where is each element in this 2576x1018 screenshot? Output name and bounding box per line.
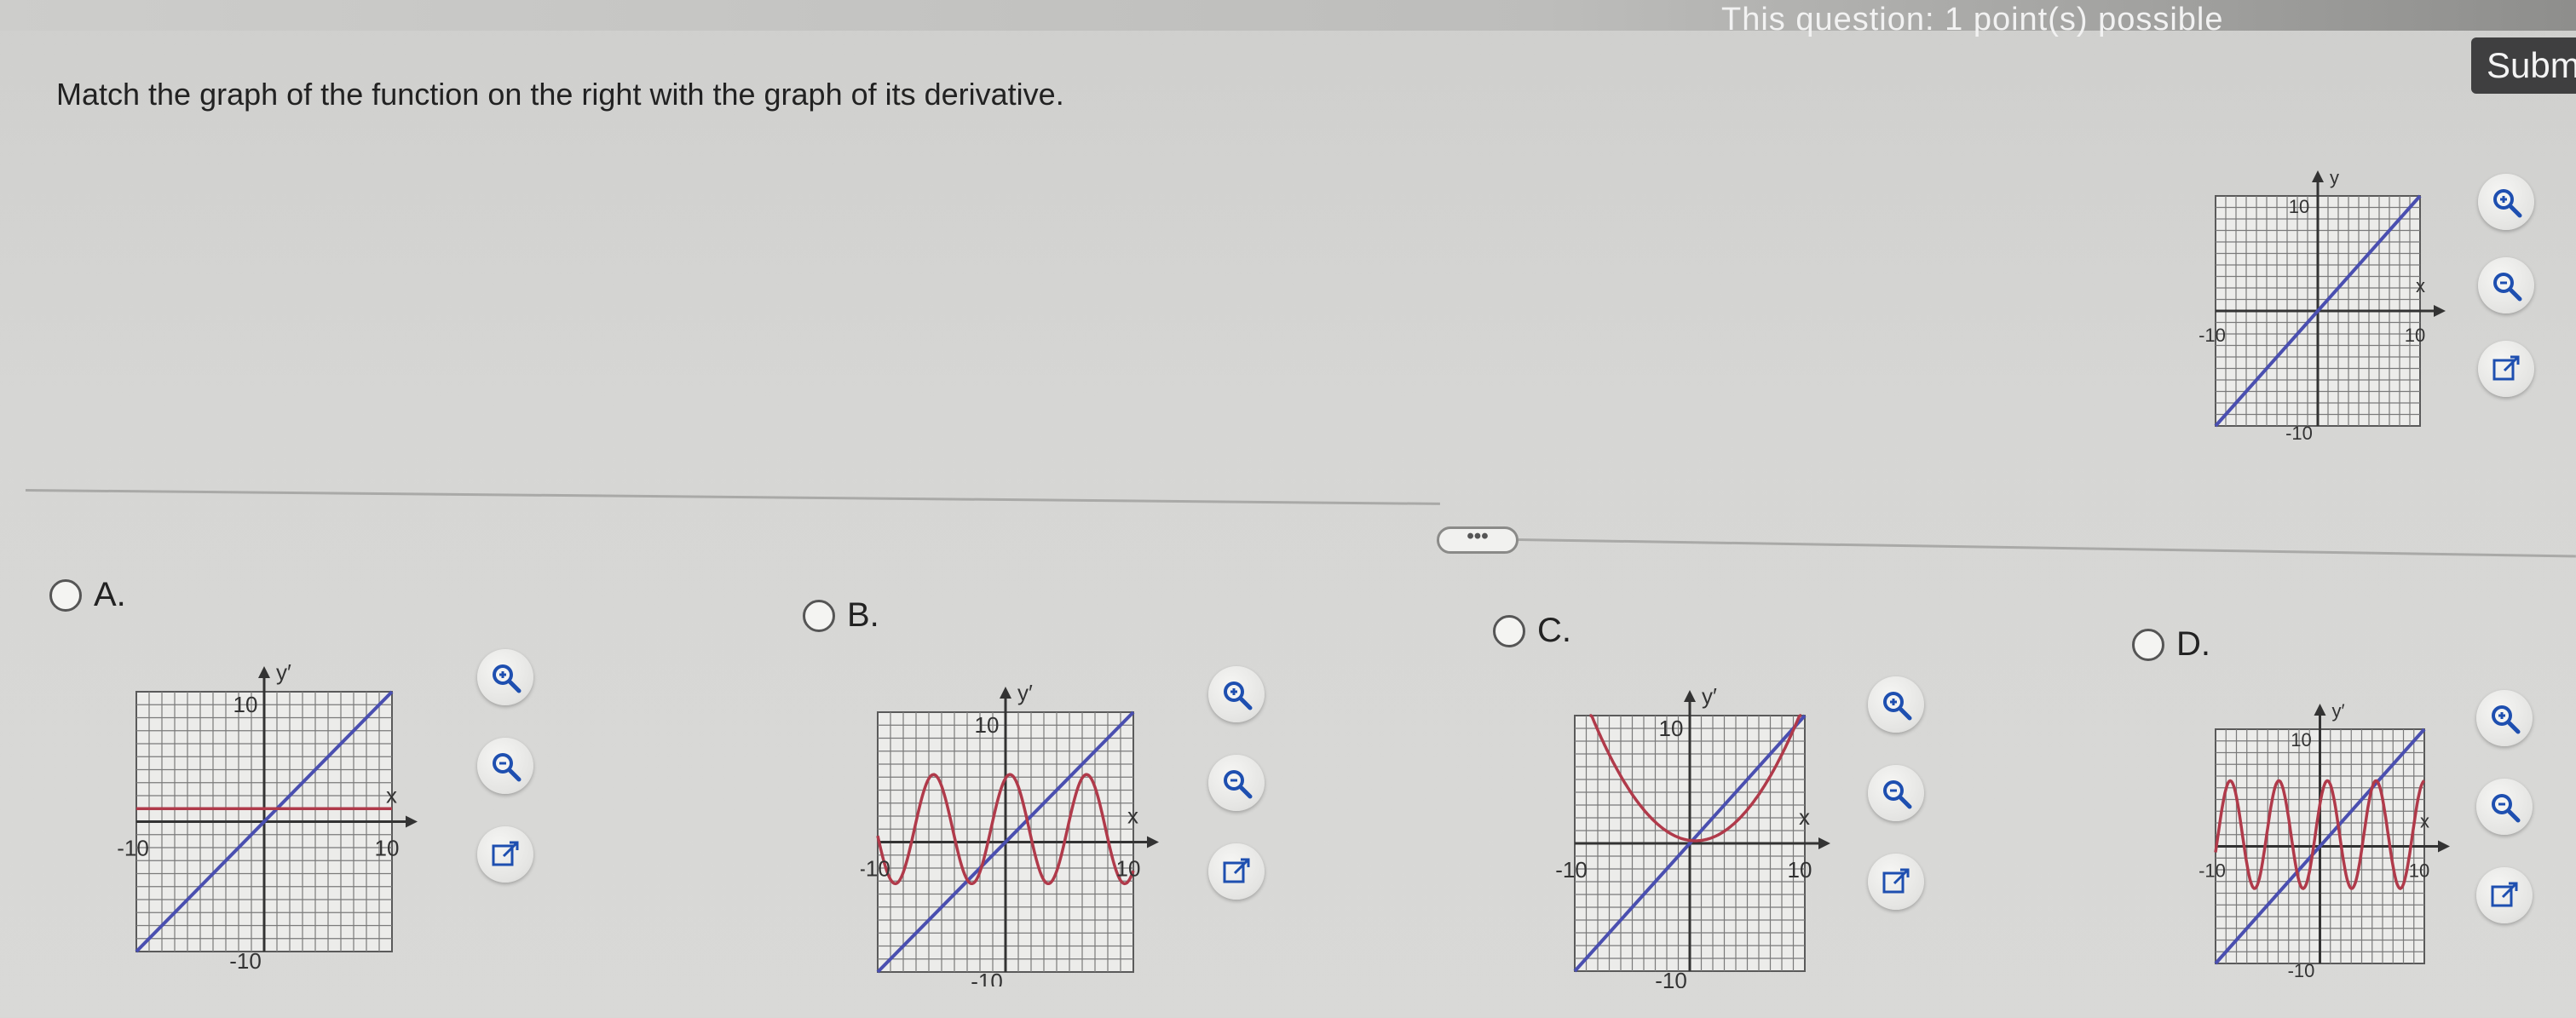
option-b-graph: y′ x -10 10 10 -10: [861, 680, 1159, 986]
option-c-zoom-out-button[interactable]: [1868, 765, 1924, 821]
y-min-label: -10: [1655, 968, 1687, 988]
question-prompt: Match the graph of the function on the r…: [56, 77, 1064, 112]
y-axis-arrow: [1000, 687, 1011, 699]
y-axis-arrow: [2314, 704, 2326, 716]
zoom-in-icon: [1883, 692, 1912, 721]
x-axis-arrow: [1818, 837, 1830, 849]
main-zoom-out-button[interactable]: [2478, 257, 2534, 313]
points-possible-text: This question: 1 point(s) possible: [1721, 2, 2224, 37]
option-d-radio[interactable]: [2132, 628, 2164, 661]
section-divider-right: [1518, 538, 2576, 558]
option-a-zoom-in-button[interactable]: [477, 649, 533, 705]
option-b-radio[interactable]: [803, 599, 835, 632]
y-min-label: -10: [2285, 423, 2313, 444]
x-max-label: 10: [375, 836, 400, 861]
x-axis-arrow: [2434, 305, 2446, 317]
zoom-in-icon: [1224, 682, 1253, 710]
y-max-label: 10: [233, 692, 258, 717]
zoom-out-icon: [1883, 780, 1912, 809]
option-a-popout-button[interactable]: [477, 826, 533, 883]
x-axis-label: x: [1799, 804, 1810, 830]
grid-plot: y x -10 10 10 -10: [2199, 167, 2446, 444]
option-a-zoom-out-button[interactable]: [477, 738, 533, 794]
option-b-zoom-out-button[interactable]: [1208, 755, 1265, 811]
y-max-label: 10: [2291, 729, 2311, 751]
option-b[interactable]: B.: [803, 596, 879, 635]
zoom-in-icon: [2492, 705, 2521, 734]
y-min-label: -10: [229, 948, 262, 974]
zoom-out-icon: [2493, 273, 2522, 302]
x-axis-label: x: [386, 783, 397, 808]
external-link-icon: [1882, 868, 1910, 894]
grid-plot: y′ x -10 10 10 -10: [2199, 700, 2450, 981]
main-popout-button[interactable]: [2478, 341, 2534, 397]
external-link-icon: [2492, 355, 2520, 381]
x-axis-label: x: [1127, 803, 1138, 829]
option-d-popout-button[interactable]: [2476, 867, 2533, 923]
x-max-label: 10: [1788, 857, 1812, 883]
x-axis-arrow: [1147, 836, 1159, 848]
y-max-label: 10: [975, 712, 1000, 738]
option-a-graph: y′ x -10 10 10 -10: [117, 659, 418, 974]
x-min-label: -10: [2199, 860, 2226, 882]
zoom-in-icon: [493, 664, 522, 693]
x-min-label: -10: [2199, 325, 2226, 346]
x-axis-arrow: [2438, 840, 2450, 853]
grid-plot: y′ x -10 10 10 -10: [117, 659, 418, 974]
external-link-icon: [1223, 858, 1250, 883]
option-c-radio[interactable]: [1493, 614, 1525, 647]
more-options-button[interactable]: •••: [1437, 526, 1519, 554]
section-divider: [25, 489, 1440, 505]
option-d[interactable]: D.: [2132, 625, 2210, 664]
x-axis-label: x: [2416, 275, 2425, 296]
option-c-graph: y′ x -10 10 10 -10: [1555, 683, 1830, 988]
x-max-label: 10: [2405, 325, 2425, 346]
x-axis-label: x: [2420, 811, 2429, 832]
y-axis-arrow: [258, 666, 270, 678]
option-b-label: B.: [847, 596, 879, 634]
zoom-in-icon: [2493, 189, 2522, 218]
submit-button[interactable]: Subm: [2471, 37, 2576, 94]
x-axis-arrow: [406, 815, 418, 828]
zoom-out-icon: [2492, 794, 2521, 823]
function-graph: y x -10 10 10 -10: [2199, 167, 2446, 444]
option-c[interactable]: C.: [1493, 612, 1571, 650]
external-link-icon: [492, 841, 519, 866]
option-c-popout-button[interactable]: [1868, 854, 1924, 910]
x-min-label: -10: [1555, 857, 1588, 883]
grid-plot: y′ x -10 10 10 -10: [861, 680, 1159, 986]
y-axis-label: y′: [276, 659, 291, 685]
x-min-label: -10: [861, 856, 890, 882]
y-axis-arrow: [2312, 170, 2324, 182]
option-d-label: D.: [2176, 625, 2210, 663]
y-axis-label: y′: [2332, 700, 2345, 722]
grid-plot: y′ x -10 10 10 -10: [1555, 683, 1830, 988]
option-b-zoom-in-button[interactable]: [1208, 666, 1265, 722]
option-d-zoom-out-button[interactable]: [2476, 779, 2533, 835]
y-axis-label: y: [2330, 167, 2339, 188]
main-zoom-in-button[interactable]: [2478, 174, 2534, 230]
option-a-radio[interactable]: [49, 578, 82, 612]
external-link-icon: [2491, 882, 2518, 907]
y-axis-label: y′: [1017, 680, 1033, 705]
y-min-label: -10: [971, 969, 1003, 986]
option-c-label: C.: [1537, 612, 1571, 649]
option-d-zoom-in-button[interactable]: [2476, 690, 2533, 746]
x-min-label: -10: [117, 836, 149, 861]
zoom-out-icon: [1224, 770, 1253, 799]
option-a-label: A.: [94, 576, 126, 613]
option-c-zoom-in-button[interactable]: [1868, 676, 1924, 733]
y-axis-label: y′: [1702, 683, 1717, 709]
option-d-graph: y′ x -10 10 10 -10: [2199, 700, 2450, 981]
y-max-label: 10: [1659, 716, 1684, 741]
zoom-out-icon: [493, 753, 522, 782]
option-a[interactable]: A.: [49, 576, 126, 614]
y-axis-arrow: [1684, 690, 1696, 702]
x-max-label: 10: [2409, 860, 2429, 882]
y-min-label: -10: [2288, 960, 2315, 981]
y-max-label: 10: [2289, 196, 2309, 217]
x-max-label: 10: [1116, 856, 1141, 882]
option-b-popout-button[interactable]: [1208, 843, 1265, 900]
